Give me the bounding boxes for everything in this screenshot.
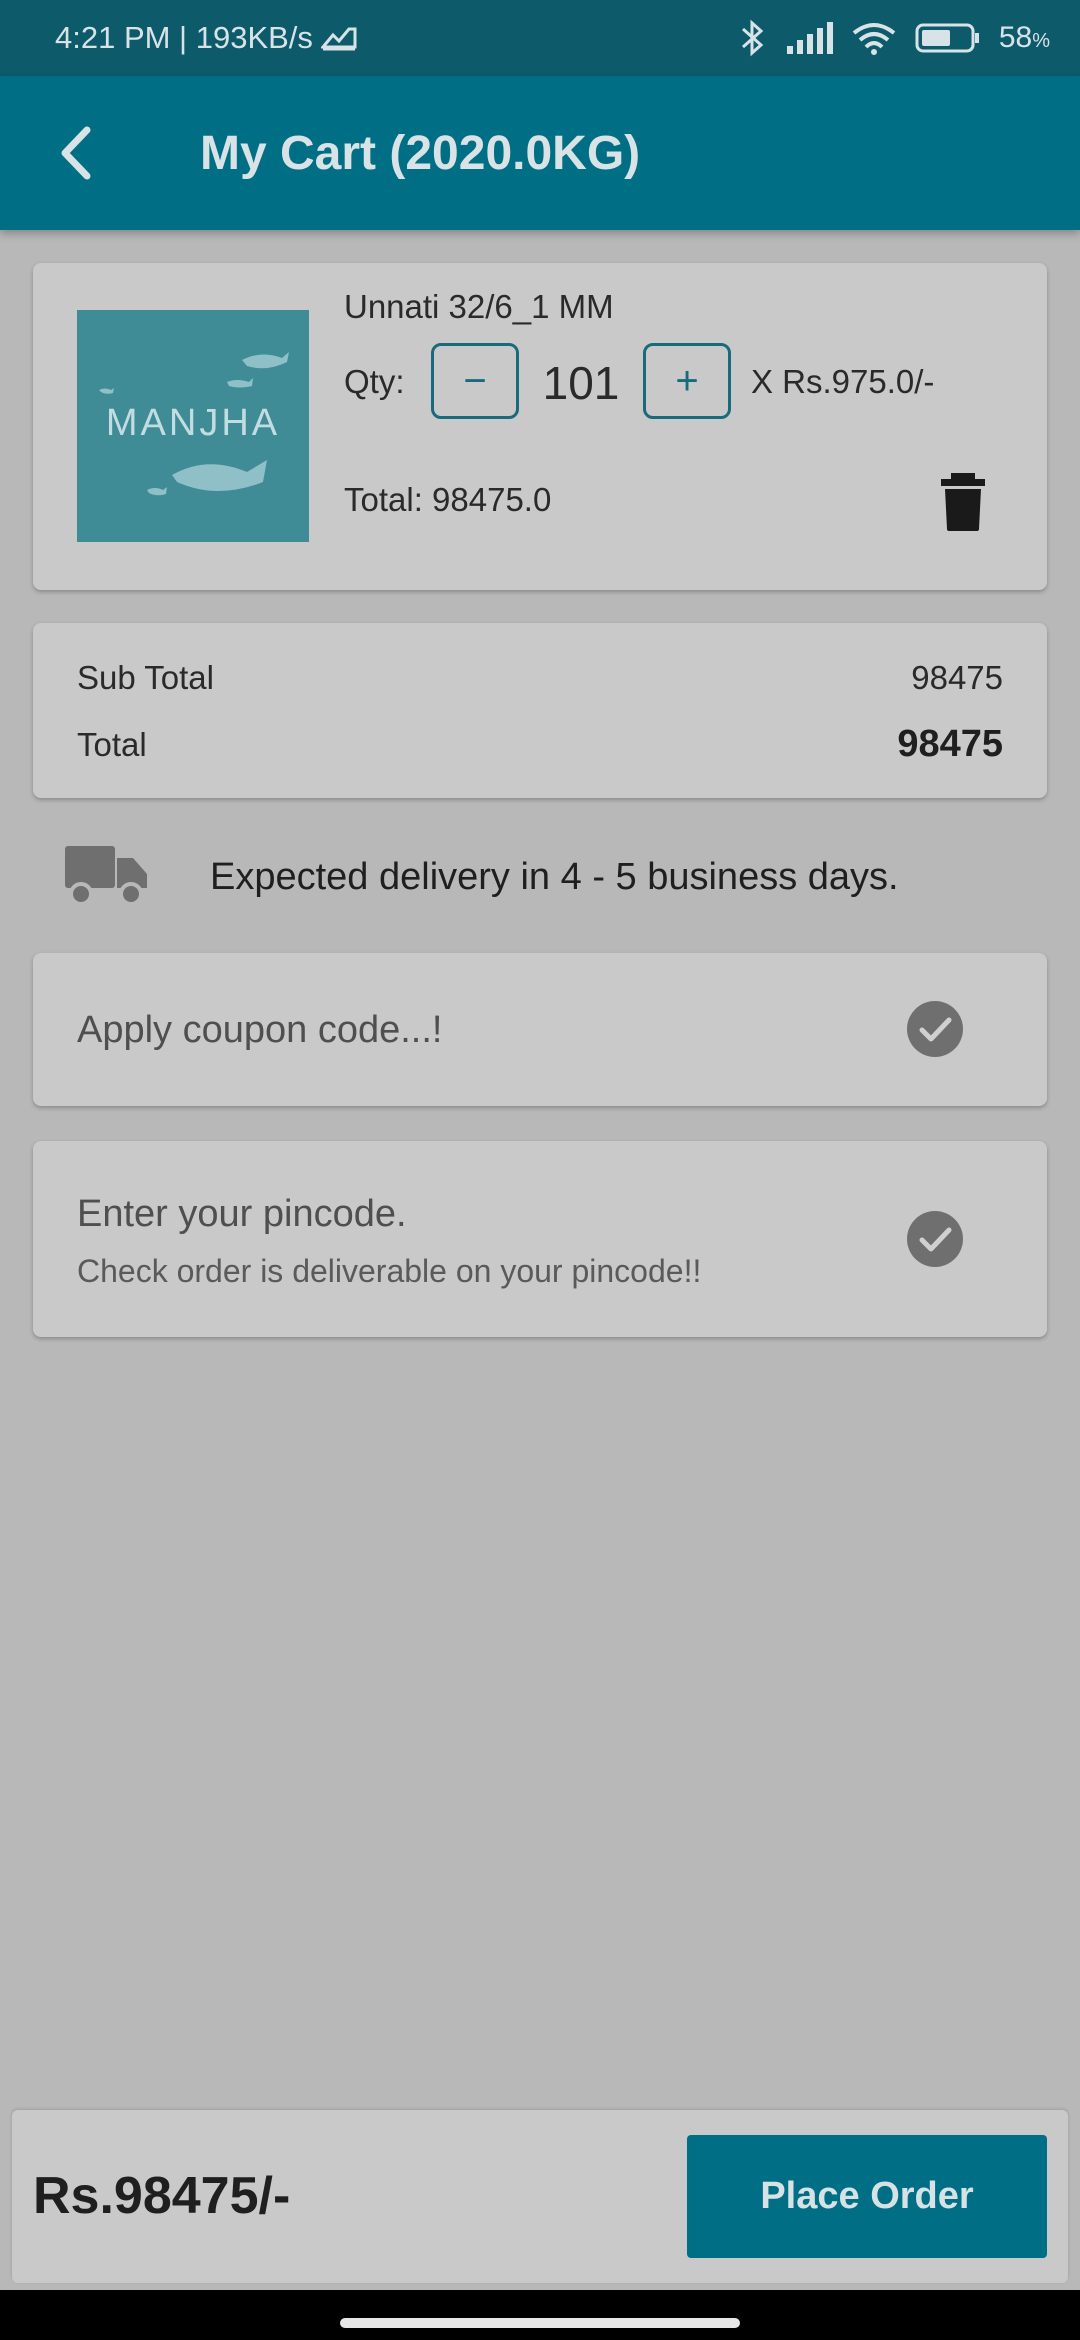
truck-icon xyxy=(65,846,147,906)
decrease-qty-button[interactable]: − xyxy=(431,343,519,419)
check-circle-icon[interactable] xyxy=(907,1211,963,1267)
home-indicator[interactable] xyxy=(340,2318,740,2328)
increase-qty-button[interactable]: + xyxy=(643,343,731,419)
system-nav-area xyxy=(0,2290,1080,2340)
subtotal-value: 98475 xyxy=(911,659,1003,696)
place-order-button[interactable]: Place Order xyxy=(687,2135,1047,2258)
subtotal-label: Sub Total xyxy=(77,659,214,696)
delivery-text: Expected delivery in 4 - 5 business days… xyxy=(210,856,899,898)
status-left: 4:21 PM | 193KB/s xyxy=(55,20,357,56)
pincode-card[interactable]: Enter your pincode. Check order is deliv… xyxy=(33,1141,1047,1337)
battery-percent: 58% xyxy=(999,21,1050,55)
product-image-label: MANJHA xyxy=(105,402,281,444)
coupon-card[interactable]: Apply coupon code...! xyxy=(33,953,1047,1106)
total-label: Total xyxy=(77,726,147,763)
status-right: 58% xyxy=(737,19,1050,57)
product-image[interactable]: MANJHA xyxy=(77,310,309,542)
wifi-icon xyxy=(852,23,896,55)
pincode-hint: Check order is deliverable on your pinco… xyxy=(77,1253,702,1289)
unit-price: X Rs.975.0/- xyxy=(751,363,935,400)
signal-icon xyxy=(786,22,833,54)
battery-icon xyxy=(915,23,979,53)
qty-label: Qty: xyxy=(344,363,405,400)
page-title: My Cart (2020.0KG) xyxy=(200,126,641,180)
back-button[interactable] xyxy=(0,76,150,230)
total-value: 98475 xyxy=(897,723,1003,765)
bluetooth-icon xyxy=(741,19,764,57)
app-bar: My Cart (2020.0KG) xyxy=(0,76,1080,230)
item-total: Total: 98475.0 xyxy=(344,481,552,518)
status-time-speed: 4:21 PM | 193KB/s xyxy=(55,20,313,55)
cart-item-card: MANJHA Unnati 32/6_1 MM Qty: − 101 + X R… xyxy=(33,263,1047,590)
battery-value: 58 xyxy=(998,21,1033,54)
check-circle-icon[interactable] xyxy=(907,1001,963,1057)
grand-total: Rs.98475/- xyxy=(33,2167,291,2225)
item-name: Unnati 32/6_1 MM xyxy=(344,288,614,325)
trash-icon xyxy=(941,473,985,531)
totals-card: Sub Total 98475 Total 98475 xyxy=(33,623,1047,798)
delivery-info: Expected delivery in 4 - 5 business days… xyxy=(33,830,1047,924)
arrow-back-icon xyxy=(61,126,91,180)
checkout-bar: Rs.98475/- Place Order xyxy=(12,2110,1068,2283)
delete-item-button[interactable] xyxy=(933,471,993,533)
qty-value: 101 xyxy=(542,357,620,409)
status-bar: 4:21 PM | 193KB/s 58% xyxy=(0,0,1080,76)
coupon-input[interactable]: Apply coupon code...! xyxy=(77,1009,442,1052)
pincode-input[interactable]: Enter your pincode. xyxy=(77,1193,407,1236)
battery-unit: % xyxy=(1032,30,1050,52)
data-saver-icon xyxy=(320,27,357,51)
